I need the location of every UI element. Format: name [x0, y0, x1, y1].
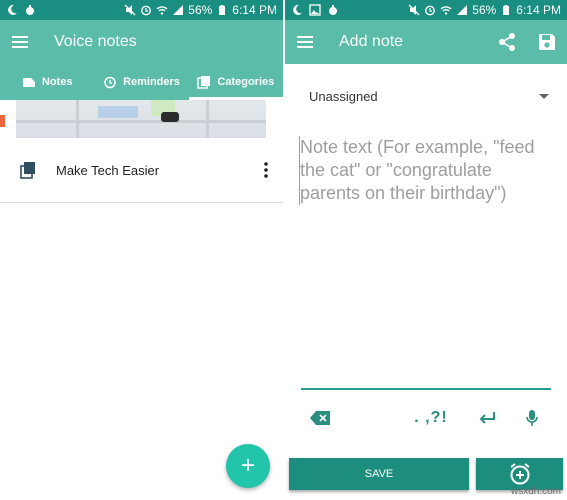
- add-category-button[interactable]: +: [226, 444, 270, 488]
- battery-percent: 56%: [188, 3, 213, 17]
- status-time: 6:14 PM: [232, 3, 277, 17]
- battery-icon: [219, 5, 226, 15]
- battery-percent: 56%: [472, 3, 497, 17]
- tab-categories[interactable]: Categories: [188, 64, 283, 100]
- app-title: Voice notes: [54, 33, 137, 50]
- car-icon: [161, 112, 179, 122]
- battery-icon: [503, 5, 510, 15]
- add-note-screen: 56% 6:14 PM Add note Unassigned Note tex…: [285, 0, 567, 500]
- app-bar: Voice notes: [0, 20, 283, 64]
- map-preview: [16, 100, 266, 138]
- save-button-label: SAVE: [364, 468, 394, 480]
- status-bar: 56% 6:14 PM: [0, 0, 283, 20]
- punctuation-label: . ,?!: [414, 409, 448, 426]
- tab-categories-label: Categories: [217, 76, 275, 88]
- moon-icon: [293, 4, 302, 15]
- backspace-icon[interactable]: [305, 400, 335, 436]
- tab-notes[interactable]: Notes: [0, 64, 94, 100]
- microphone-icon[interactable]: [517, 400, 547, 436]
- wifi-icon: [156, 6, 168, 15]
- notes-icon: [22, 78, 35, 87]
- status-time: 6:14 PM: [516, 3, 561, 17]
- tab-bar: Notes Reminders Categories: [0, 64, 283, 100]
- watermark: wsxdn.com: [510, 486, 561, 497]
- voice-notes-screen: 56% 6:14 PM Voice notes Notes Reminders …: [0, 0, 283, 500]
- save-icon[interactable]: [527, 20, 567, 64]
- menu-icon[interactable]: [285, 20, 325, 64]
- gallery-icon: [309, 4, 321, 16]
- categories-icon: [197, 76, 211, 89]
- mute-icon: [124, 4, 136, 16]
- tab-reminders[interactable]: Reminders: [94, 64, 188, 100]
- category-select-value: Unassigned: [309, 88, 378, 104]
- map-marker: [0, 115, 5, 127]
- app-title: Add note: [339, 33, 404, 50]
- category-item[interactable]: Make Tech Easier: [0, 148, 283, 192]
- dropdown-caret-icon: [539, 93, 549, 99]
- status-bar: 56% 6:14 PM: [285, 0, 567, 20]
- note-text-input[interactable]: Note text (For example, "feed the cat" o…: [299, 136, 553, 388]
- alarm-status-icon: [141, 5, 152, 16]
- list-divider: [0, 202, 283, 203]
- alarm-status-icon: [425, 5, 436, 16]
- mute-icon: [408, 4, 420, 16]
- notification-icon: [329, 5, 337, 15]
- notification-icon: [26, 5, 34, 15]
- app-bar: Add note: [285, 20, 567, 64]
- punctuation-button[interactable]: . ,?!: [411, 400, 451, 436]
- new-line-icon[interactable]: [473, 400, 503, 436]
- alarm-add-icon: [509, 463, 530, 485]
- tab-notes-label: Notes: [41, 76, 73, 88]
- note-input-underline: [301, 388, 551, 390]
- save-button[interactable]: SAVE: [289, 458, 469, 490]
- share-icon[interactable]: [487, 20, 527, 64]
- editor-toolbar: . ,?!: [285, 400, 567, 436]
- signal-icon: [173, 5, 184, 15]
- category-icon: [20, 162, 35, 179]
- moon-icon: [8, 4, 17, 15]
- wifi-icon: [440, 6, 452, 15]
- alarm-clock-icon: [104, 76, 116, 89]
- signal-icon: [457, 5, 468, 15]
- category-select[interactable]: Unassigned: [301, 82, 555, 110]
- menu-icon[interactable]: [0, 20, 40, 64]
- tab-reminders-label: Reminders: [123, 76, 180, 88]
- note-placeholder: Note text (For example, "feed the cat" o…: [299, 136, 553, 205]
- category-label: Make Tech Easier: [56, 162, 160, 178]
- more-options-icon[interactable]: [249, 148, 283, 192]
- plus-icon: +: [240, 452, 255, 479]
